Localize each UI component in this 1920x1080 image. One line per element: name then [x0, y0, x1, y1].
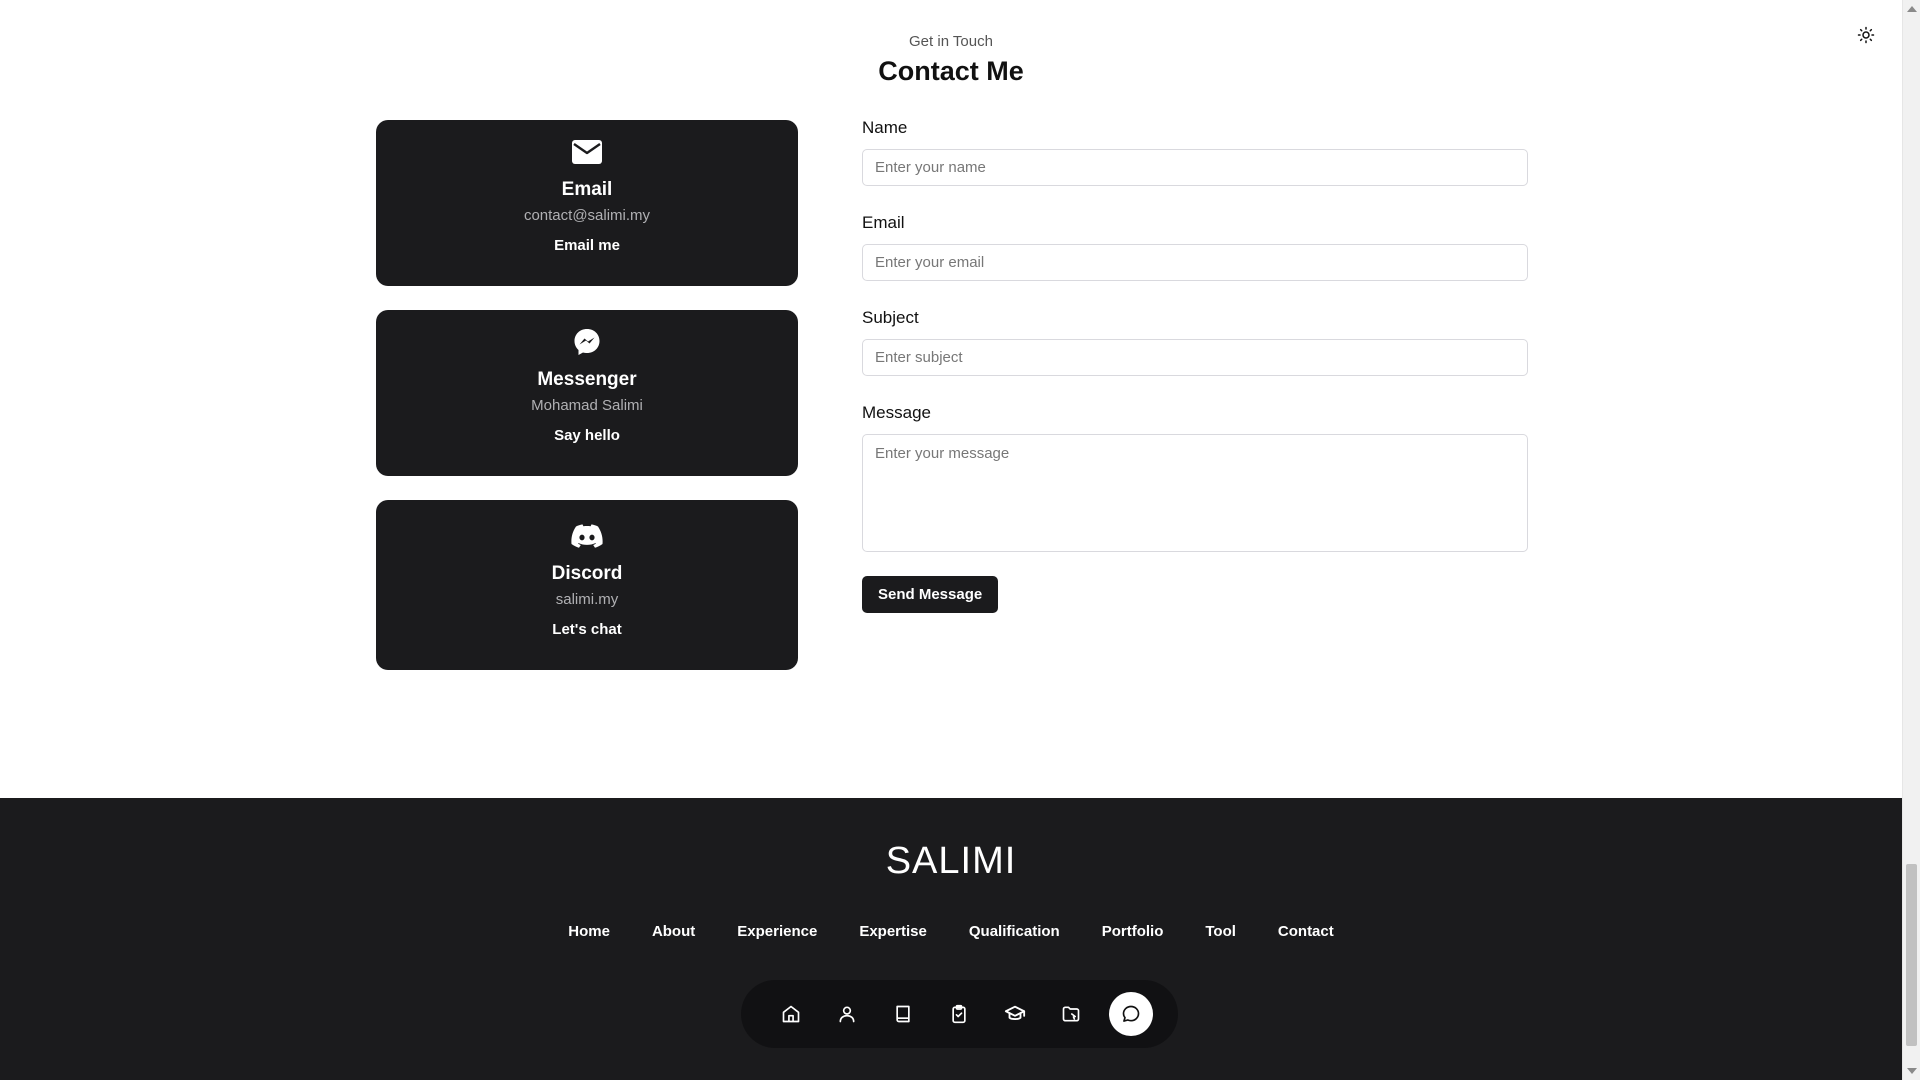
dock-contact-button[interactable] — [1109, 992, 1153, 1036]
email-input[interactable] — [862, 244, 1528, 281]
book-icon — [896, 1005, 910, 1023]
home-icon — [782, 1005, 800, 1023]
message-textarea[interactable] — [862, 434, 1528, 552]
lets-chat-link[interactable]: Let's chat — [552, 621, 621, 638]
discord-icon — [571, 522, 603, 550]
dock-experience-button[interactable] — [887, 998, 919, 1030]
footer-logo: SALIMI — [885, 840, 1017, 882]
say-hello-link[interactable]: Say hello — [554, 427, 620, 444]
messenger-card-title: Messenger — [537, 369, 637, 390]
discord-card-title: Discord — [551, 563, 623, 584]
envelope-icon — [572, 138, 602, 166]
graduation-cap-icon — [1004, 1005, 1026, 1020]
messenger-icon — [573, 328, 601, 356]
section-subtitle: Get in Touch — [909, 33, 993, 50]
page-scrollbar[interactable] — [1902, 0, 1920, 1080]
messenger-card-value: Mohamad Salimi — [531, 397, 643, 414]
discord-card-value: salimi.my — [555, 591, 619, 608]
footer-nav-qualification[interactable]: Qualification — [969, 923, 1060, 940]
name-input[interactable] — [862, 149, 1528, 186]
message-circle-icon — [1122, 1005, 1140, 1022]
contact-form: Name Email Subject Message Send Message — [862, 118, 1528, 613]
section-title: Contact Me — [878, 56, 1024, 86]
footer-nav-contact[interactable]: Contact — [1278, 923, 1334, 940]
message-label: Message — [862, 403, 931, 422]
footer-nav-tool[interactable]: Tool — [1205, 923, 1236, 940]
email-card-value: contact@salimi.my — [523, 207, 651, 224]
dock-expertise-button[interactable] — [943, 998, 975, 1030]
discord-card: Discord salimi.my Let's chat — [376, 500, 798, 670]
subject-label: Subject — [862, 308, 919, 327]
footer-nav-portfolio[interactable]: Portfolio — [1102, 923, 1164, 940]
clipboard-check-icon — [952, 1004, 966, 1024]
footer-nav-experience[interactable]: Experience — [737, 923, 817, 940]
subject-input[interactable] — [862, 339, 1528, 376]
dock-qualification-button[interactable] — [999, 998, 1031, 1030]
email-me-link[interactable]: Email me — [554, 237, 620, 254]
user-icon — [839, 1006, 855, 1023]
footer-nav-about[interactable]: About — [652, 923, 695, 940]
scroll-thumb[interactable] — [1906, 864, 1917, 1046]
email-label: Email — [862, 213, 905, 232]
scroll-up-arrow[interactable] — [1907, 6, 1917, 12]
dock-portfolio-button[interactable] — [1055, 998, 1087, 1030]
send-message-button[interactable]: Send Message — [862, 576, 999, 613]
dock-about-button[interactable] — [831, 998, 863, 1030]
page: Get in Touch Contact Me Email contact@sa… — [0, 0, 1920, 1080]
email-card-title: Email — [561, 179, 613, 200]
bottom-dock — [741, 980, 1178, 1048]
folder-icon — [1062, 1006, 1080, 1022]
footer-nav: Home About Experience Expertise Qualific… — [0, 923, 1902, 940]
footer-nav-home[interactable]: Home — [568, 923, 610, 940]
name-label: Name — [862, 118, 908, 137]
dock-home-button[interactable] — [775, 998, 807, 1030]
footer-nav-expertise[interactable]: Expertise — [859, 923, 927, 940]
scroll-down-arrow[interactable] — [1907, 1068, 1917, 1074]
messenger-card: Messenger Mohamad Salimi Say hello — [376, 310, 798, 476]
email-card: Email contact@salimi.my Email me — [376, 120, 798, 286]
